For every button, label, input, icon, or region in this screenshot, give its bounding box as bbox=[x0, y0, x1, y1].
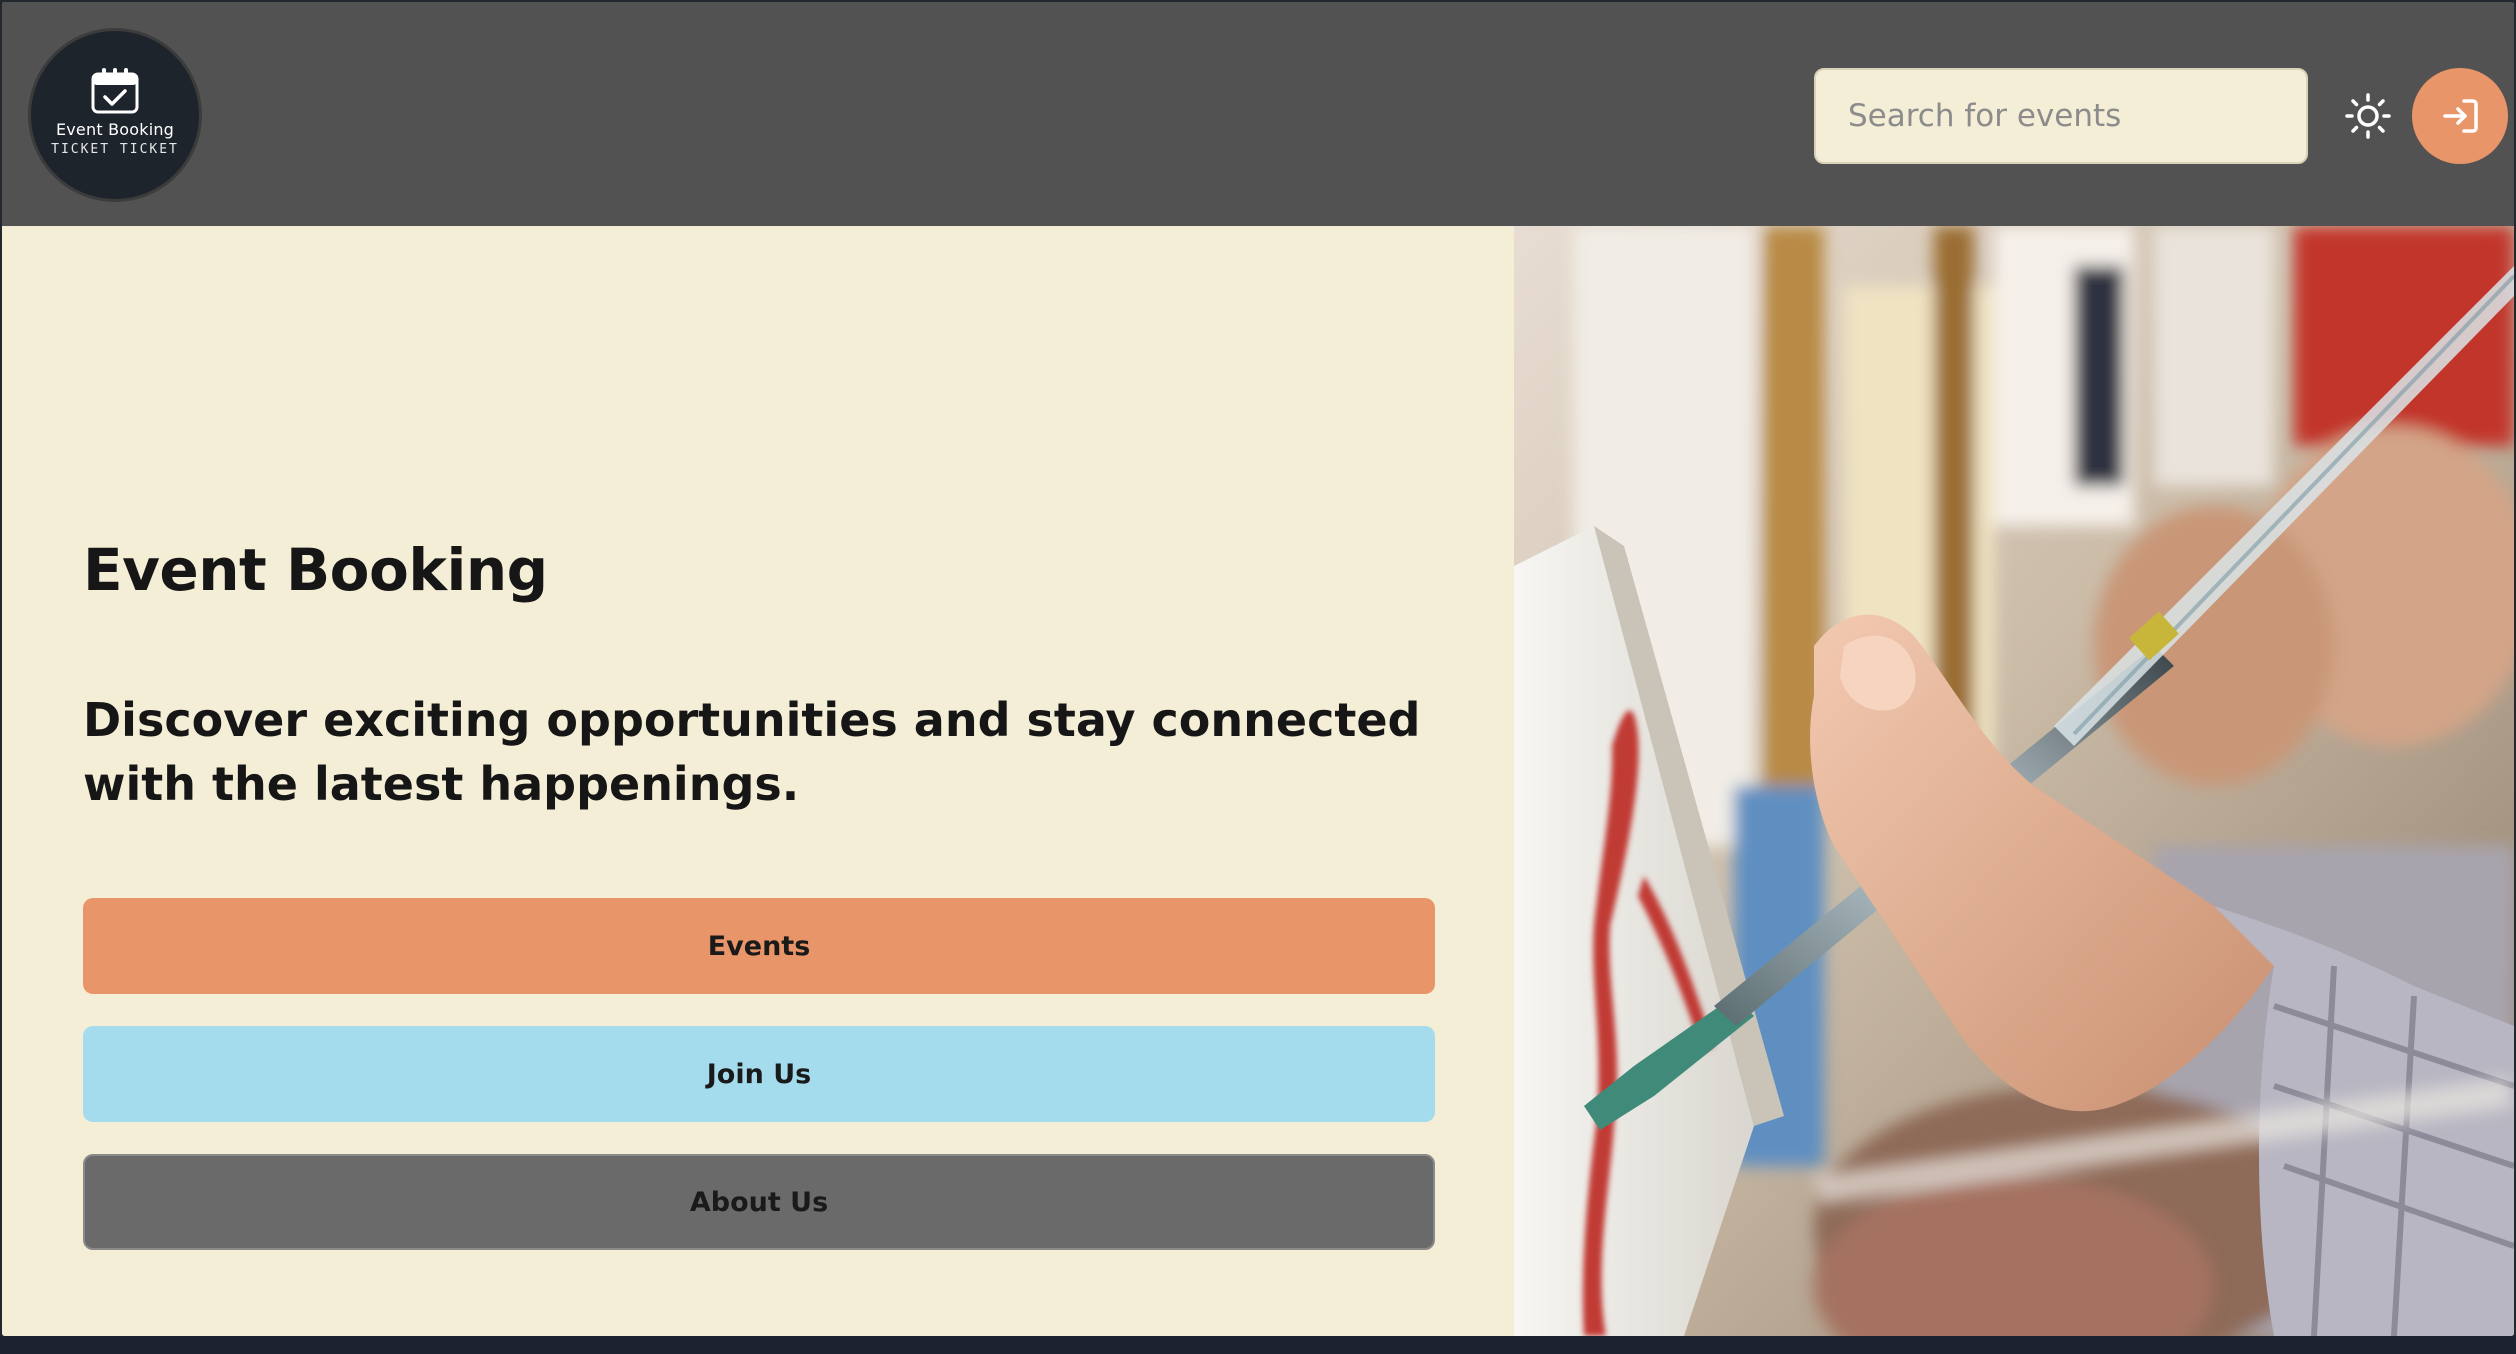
site-logo[interactable]: Event Booking TICKET TICKET bbox=[28, 28, 202, 202]
theme-toggle-button[interactable] bbox=[2338, 86, 2398, 146]
desktop-taskbar-edge bbox=[0, 1336, 2516, 1354]
logo-subtitle: TICKET TICKET bbox=[51, 141, 179, 157]
sun-icon bbox=[2345, 93, 2391, 139]
login-button[interactable] bbox=[2412, 68, 2508, 164]
about-us-button[interactable]: About Us bbox=[83, 1154, 1435, 1250]
painting-class-photo bbox=[1514, 226, 2514, 1336]
hero-image bbox=[1514, 226, 2514, 1336]
login-arrow-icon bbox=[2443, 99, 2478, 133]
hero-text-panel: Event Booking Discover exciting opportun… bbox=[2, 226, 1514, 1336]
page-title: Event Booking bbox=[83, 536, 548, 604]
search-input[interactable] bbox=[1814, 68, 2308, 164]
events-button[interactable]: Events bbox=[83, 898, 1435, 994]
logo-name: Event Booking bbox=[55, 119, 175, 139]
join-us-button[interactable]: Join Us bbox=[83, 1026, 1435, 1122]
hero-tagline: Discover exciting opportunities and stay… bbox=[83, 693, 1421, 811]
app-window: Event Booking TICKET TICKET Search for e… bbox=[2, 2, 2514, 1336]
top-header: Event Booking TICKET TICKET bbox=[2, 2, 2514, 226]
calendar-check-icon bbox=[91, 67, 139, 113]
